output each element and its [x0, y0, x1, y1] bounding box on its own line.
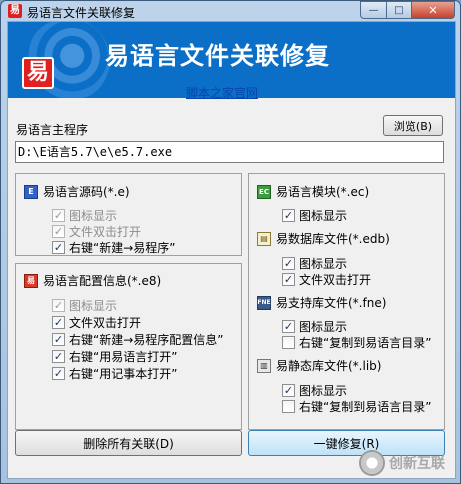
main-program-label: 易语言主程序: [16, 123, 89, 137]
checkbox-label: 文件双击打开: [69, 316, 142, 330]
main-program-path-input[interactable]: D:\E语言5.7\e\e5.7.exe: [15, 141, 444, 163]
app-window: 易 易语言文件关联修复 — □ ✕ 易 易语言文件关联修复 脚本之家官网 易语言…: [0, 0, 461, 484]
database-show-icon-checkbox[interactable]: ✓ 图标显示: [282, 255, 347, 272]
config-double-click-checkbox[interactable]: ✓ 文件双击打开: [52, 314, 141, 331]
checkbox-label: 图标显示: [299, 257, 348, 271]
library-file-group: EC 易语言模块(*.ec) ✓ 图标显示 ▤ 易数据库文件(*.edb) ✓ …: [248, 173, 445, 430]
config-group-header: 易 易语言配置信息(*.e8): [24, 272, 161, 289]
checkbox-check-icon: ✓: [282, 320, 295, 333]
database-double-click-checkbox[interactable]: ✓ 文件双击打开: [282, 271, 371, 288]
minimize-icon: —: [368, 4, 379, 16]
title-bar[interactable]: 易 易语言文件关联修复 — □ ✕: [1, 1, 460, 21]
checkbox-check-icon: ✓: [52, 333, 65, 346]
checkbox-label: 右键“新建→易程序配置信息”: [69, 333, 224, 347]
delete-all-associations-button[interactable]: 删除所有关联(D): [15, 430, 242, 456]
checkbox-check-icon: ✓: [52, 367, 65, 380]
static-lib-show-icon-checkbox[interactable]: ✓ 图标显示: [282, 382, 347, 399]
static-lib-file-icon: ▥: [257, 358, 271, 373]
maximize-icon: □: [394, 4, 404, 16]
module-header: EC 易语言模块(*.ec): [257, 183, 369, 200]
source-group-header: E 易语言源码(*.e): [24, 183, 130, 200]
config-show-icon-checkbox[interactable]: ✓ 图标显示: [52, 297, 117, 314]
checkbox-check-icon: ✓: [52, 241, 65, 254]
database-header: ▤ 易数据库文件(*.edb): [257, 230, 390, 247]
source-show-icon-checkbox[interactable]: ✓ 图标显示: [52, 207, 117, 224]
support-lib-show-icon-checkbox[interactable]: ✓ 图标显示: [282, 318, 347, 335]
source-file-icon: E: [24, 184, 38, 199]
checkbox-label: 图标显示: [69, 299, 118, 313]
source-double-click-checkbox[interactable]: ✓ 文件双击打开: [52, 223, 141, 240]
config-context-new-checkbox[interactable]: ✓ 右键“新建→易程序配置信息”: [52, 331, 224, 348]
support-lib-header: FNE 易支持库文件(*.fne): [257, 294, 386, 311]
checkbox-label: 右键“复制到易语言目录”: [299, 336, 432, 350]
app-icon: 易: [8, 4, 22, 18]
watermark-logo-icon: [359, 450, 385, 476]
source-file-group: E 易语言源码(*.e) ✓ 图标显示 ✓ 文件双击打开 ✓ 右键“新建→易程序…: [15, 173, 242, 256]
checkbox-check-icon: ✓: [52, 350, 65, 363]
checkbox-check-icon: ✓: [282, 384, 295, 397]
watermark-text: 创新互联: [389, 456, 445, 472]
brand-logo: 易: [22, 57, 54, 89]
checkbox-label: 右键“用记事本打开”: [69, 367, 178, 381]
static-lib-title: 易静态库文件(*.lib): [276, 359, 382, 373]
close-button[interactable]: ✕: [411, 1, 455, 19]
checkbox-label: 图标显示: [69, 209, 118, 223]
window-title: 易语言文件关联修复: [27, 6, 136, 20]
maximize-button[interactable]: □: [386, 1, 411, 19]
banner-title: 易语言文件关联修复: [105, 42, 330, 70]
watermark: 创新互联: [359, 445, 459, 481]
minimize-button[interactable]: —: [360, 1, 386, 19]
checkbox-label: 图标显示: [299, 209, 348, 223]
config-open-with-e-checkbox[interactable]: ✓ 右键“用易语言打开”: [52, 348, 177, 365]
static-lib-header: ▥ 易静态库文件(*.lib): [257, 357, 381, 374]
source-group-title: 易语言源码(*.e): [43, 185, 130, 199]
config-file-icon: 易: [24, 273, 38, 288]
site-link[interactable]: 脚本之家官网: [186, 84, 258, 101]
database-file-icon: ▤: [257, 231, 271, 246]
database-title: 易数据库文件(*.edb): [276, 232, 390, 246]
source-context-new-checkbox[interactable]: ✓ 右键“新建→易程序”: [52, 239, 176, 256]
config-open-with-notepad-checkbox[interactable]: ✓ 右键“用记事本打开”: [52, 365, 177, 382]
checkbox-label: 右键“新建→易程序”: [69, 241, 176, 255]
module-title: 易语言模块(*.ec): [276, 185, 370, 199]
checkbox-check-icon: ✓: [52, 299, 65, 312]
module-file-icon: EC: [257, 184, 271, 199]
client-area: 易 易语言文件关联修复 脚本之家官网 易语言主程序 浏览(B) D:\E语言5.…: [7, 21, 456, 479]
checkbox-check-icon: ✓: [282, 209, 295, 222]
checkbox-label: 右键“复制到易语言目录”: [299, 400, 432, 414]
support-lib-file-icon: FNE: [257, 295, 271, 310]
module-show-icon-checkbox[interactable]: ✓ 图标显示: [282, 207, 347, 224]
close-icon: ✕: [428, 3, 438, 17]
checkbox-check-icon: ✓: [52, 209, 65, 222]
support-lib-copy-checkbox[interactable]: 右键“复制到易语言目录”: [282, 334, 431, 351]
checkbox-check-icon: ✓: [52, 316, 65, 329]
static-lib-copy-checkbox[interactable]: 右键“复制到易语言目录”: [282, 398, 431, 415]
checkbox-empty-icon: [282, 400, 295, 413]
checkbox-empty-icon: [282, 336, 295, 349]
browse-button[interactable]: 浏览(B): [383, 115, 443, 136]
checkbox-label: 图标显示: [299, 384, 348, 398]
checkbox-label: 文件双击打开: [69, 225, 142, 239]
support-lib-title: 易支持库文件(*.fne): [276, 296, 387, 310]
window-controls: — □ ✕: [360, 1, 455, 19]
checkbox-check-icon: ✓: [282, 257, 295, 270]
checkbox-check-icon: ✓: [282, 273, 295, 286]
checkbox-label: 图标显示: [299, 320, 348, 334]
checkbox-check-icon: ✓: [52, 225, 65, 238]
config-group-title: 易语言配置信息(*.e8): [43, 274, 162, 288]
checkbox-label: 右键“用易语言打开”: [69, 350, 178, 364]
config-file-group: 易 易语言配置信息(*.e8) ✓ 图标显示 ✓ 文件双击打开 ✓ 右键“新建→…: [15, 263, 242, 430]
checkbox-label: 文件双击打开: [299, 273, 372, 287]
